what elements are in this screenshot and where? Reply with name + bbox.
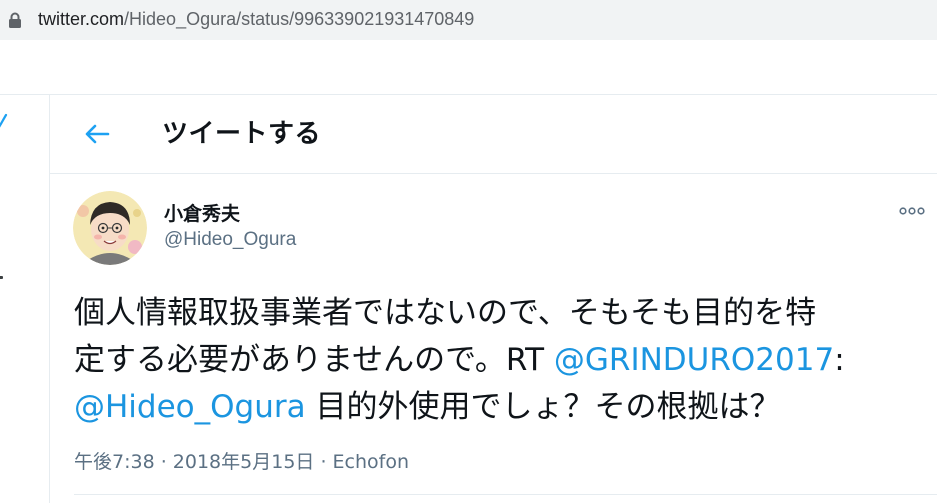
tweet-time[interactable]: 午後7:38 xyxy=(74,451,155,473)
tweet-text: 個人情報取扱事業者ではないので、そもそも目的を特 定する必要がありませんので。R… xyxy=(74,290,924,431)
browser-address-bar[interactable]: twitter.com/Hideo_Ogura/status/996339021… xyxy=(0,0,937,40)
tweet-line-2: 定する必要がありませんので。RT @GRINDURO2017: xyxy=(74,337,924,384)
twitter-bird-icon[interactable] xyxy=(0,112,8,136)
mention-link-grinduro[interactable]: @GRINDURO2017 xyxy=(554,342,834,378)
tweet-date[interactable]: 2018年5月15日 xyxy=(173,451,315,473)
meta-separator: · xyxy=(314,451,333,473)
author-display-name[interactable]: 小倉秀夫 xyxy=(164,199,240,226)
tweet-line-2-colon: : xyxy=(834,342,845,378)
left-column-border xyxy=(49,95,50,503)
avatar[interactable] xyxy=(73,191,147,265)
url-path: /Hideo_Ogura/status/996339021931470849 xyxy=(124,9,475,29)
more-horizontal-icon xyxy=(899,207,925,215)
meta-divider xyxy=(74,494,937,495)
url-text[interactable]: twitter.com/Hideo_Ogura/status/996339021… xyxy=(38,9,474,30)
lock-icon xyxy=(9,12,21,28)
meta-separator: · xyxy=(154,451,173,473)
tweet-source[interactable]: Echofon xyxy=(333,451,409,473)
back-button[interactable] xyxy=(80,117,114,151)
more-options-button[interactable] xyxy=(896,200,928,222)
tweet-line-3: @Hideo_Ogura 目的外使用でしょ？その根拠は？ xyxy=(74,384,924,431)
tweet-meta: 午後7:38 · 2018年5月15日 · Echofon xyxy=(74,447,409,474)
mention-link-hideo[interactable]: @Hideo_Ogura xyxy=(74,389,306,425)
tweet-line-3-text: 目的外使用でしょ？その根拠は？ xyxy=(305,389,781,425)
tweet-line-1: 個人情報取扱事業者ではないので、そもそも目的を特 xyxy=(74,295,817,331)
author-handle[interactable]: @Hideo_Ogura xyxy=(164,229,296,251)
page-title: ツイートする xyxy=(162,119,322,149)
avatar-illustration xyxy=(73,191,147,265)
page-divider xyxy=(0,94,937,95)
sidebar-fragment xyxy=(0,276,3,279)
url-host: twitter.com xyxy=(38,9,125,29)
arrow-left-icon xyxy=(85,124,110,144)
header-divider xyxy=(50,173,937,174)
tweet-line-2-text: 定する必要がありませんので。RT xyxy=(74,342,554,378)
